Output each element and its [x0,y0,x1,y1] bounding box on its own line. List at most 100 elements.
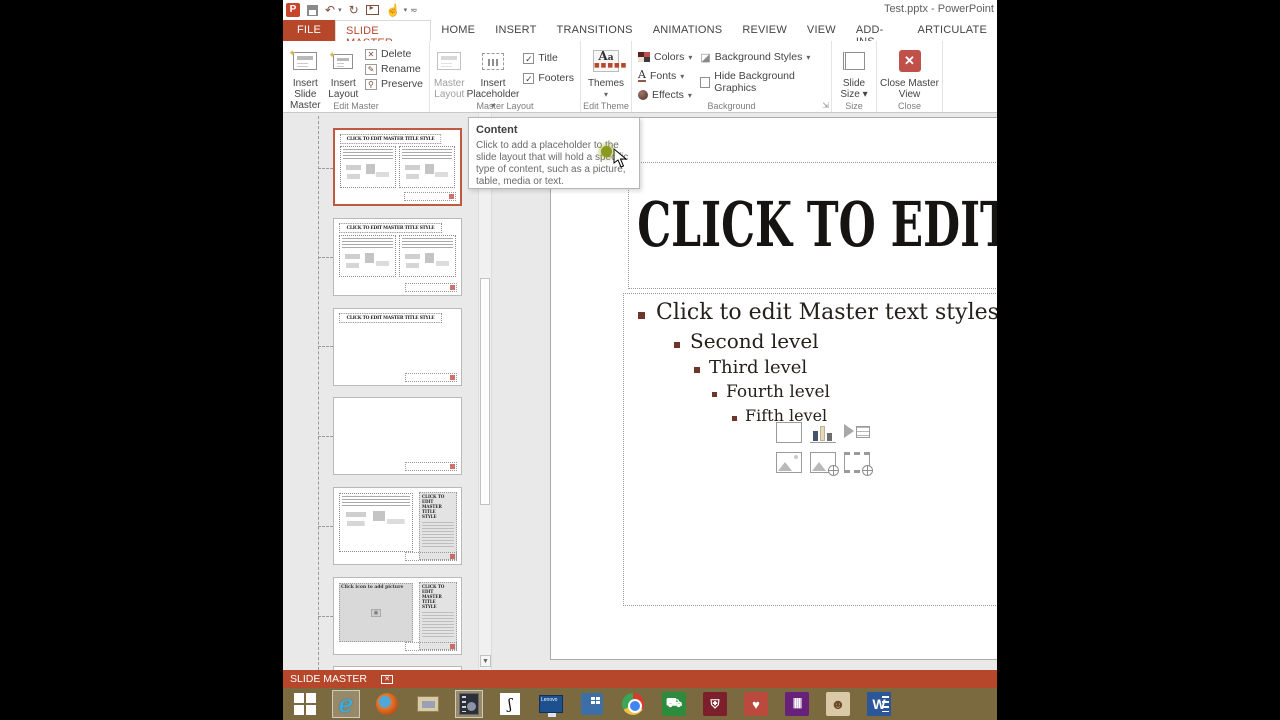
heart-icon: ♥ [744,692,768,716]
tab-insert[interactable]: INSERT [485,20,546,41]
master-layout-button[interactable]: Master Layout [432,44,467,100]
tab-articulate[interactable]: ARTICULATE [908,20,997,41]
status-bar: SLIDE MASTER ✕ [283,670,997,688]
taskbar-internet-explorer[interactable]: e [332,690,360,718]
preserve-button[interactable]: ⚲ Preserve [364,78,423,90]
fonts-icon: A [638,68,646,82]
taskbar-lenovo[interactable] [537,690,565,718]
mouse-cursor [601,146,628,173]
thumbnail-scrollbar[interactable]: ▼ [478,113,492,670]
colors-button[interactable]: Colors ▾ [638,50,692,64]
slide-canvas[interactable]: CLICK TO EDIT MASTER TITLE STYLE Click t… [550,117,997,660]
taskbar-video-recorder[interactable] [455,690,483,718]
shield-emblem-icon: ⛨ [703,692,727,716]
insert-chart-icon[interactable] [810,422,836,443]
tab-slide-master[interactable]: SLIDE MASTER [335,20,432,49]
insert-picture-icon[interactable] [776,452,802,473]
checkbox-unchecked-icon [700,76,711,88]
start-button[interactable] [291,690,319,718]
window-title: Test.pptx - PowerPoint [883,3,994,15]
insert-table-icon[interactable] [776,422,802,443]
ribbon: ✦ Insert Slide Master ✦ Insert Layout ✕ D… [283,41,997,113]
insert-smartart-icon[interactable] [844,422,870,443]
tab-file[interactable]: FILE [283,20,336,41]
group-label-close: Close [897,101,921,111]
redo-icon[interactable]: ↻ [349,3,359,17]
rename-button[interactable]: ✎ Rename [364,63,423,75]
body-placeholder[interactable]: Click to edit Master text styles Second … [623,293,997,606]
internet-explorer-icon: e [338,690,354,718]
thumbnail-title-only-layout[interactable]: CLICK TO EDIT MASTER TITLE STYLE [333,308,462,386]
taskbar-firefox[interactable] [373,690,401,718]
taskbar-printer[interactable] [414,690,442,718]
colors-icon [638,52,650,62]
thumbnail-blank-layout[interactable] [333,397,462,475]
save-icon[interactable] [307,4,318,16]
taskbar-windows-store[interactable]: ⛟ [660,690,688,718]
title-bar: P ↶▾ ↻ ☝▾ ≂ Test.pptx - PowerPoint [283,0,997,20]
workspace: CLICK TO EDIT MASTER TITLE STYLE CLICK T… [283,113,997,688]
master-title-text: CLICK TO EDIT MASTER TITLE STYLE [637,189,997,262]
delete-icon: ✕ [364,48,377,60]
group-close: ✕ Close Master View Close [877,41,943,112]
books-icon: ⫼⫼ [785,692,809,716]
thumbnail-picture-with-caption-layout[interactable]: Click icon to add picture ▣ CLICK TO EDIT… [333,577,462,655]
tab-review[interactable]: REVIEW [732,20,797,41]
start-from-beginning-icon[interactable] [365,3,379,15]
touch-mode-icon[interactable]: ☝ [386,3,401,17]
undo-dropdown-icon[interactable]: ▾ [338,6,342,14]
rename-icon: ✎ [364,63,377,75]
group-size: Slide Size ▾ Size [832,41,877,112]
thumbnail-comparison-layout[interactable]: CLICK TO EDIT MASTER TITLE STYLE [333,218,462,296]
tab-home[interactable]: HOME [431,20,485,41]
video-recorder-icon [459,693,479,715]
touch-mode-dropdown-icon[interactable]: ▾ [404,6,408,14]
taskbar-reader-app[interactable]: ⫼⫼ [783,690,811,718]
background-styles-icon: ◪ [700,51,711,64]
scrollbar-down-arrow[interactable]: ▼ [480,655,491,667]
firefox-icon [376,693,398,715]
tab-transitions[interactable]: TRANSITIONS [547,20,643,41]
ribbon-tab-row: FILE SLIDE MASTER HOME INSERT TRANSITION… [283,20,997,49]
taskbar-health-app[interactable]: ♥ [742,690,770,718]
themes-button[interactable]: Aa ■■■■■ Themes ▾ [583,44,629,100]
effects-button[interactable]: Effects ▾ [638,88,692,102]
taskbar-word[interactable]: W [865,690,893,718]
fonts-button[interactable]: A Fonts ▾ [638,69,692,83]
close-master-view-button[interactable]: ✕ Close Master View [879,44,940,100]
slide-size-button[interactable]: Slide Size ▾ [834,44,874,100]
tab-add-ins[interactable]: ADD-INS [846,20,908,48]
taskbar-control-panel[interactable] [578,690,606,718]
preserve-icon: ⚲ [364,78,377,90]
evernote-icon: ʃ [500,693,520,715]
online-pictures-icon[interactable] [810,452,839,476]
quick-access-toolbar: P ↶▾ ↻ ☝▾ ≂ [286,3,418,17]
thumbnail-two-content-layout[interactable]: CLICK TO EDIT MASTER TITLE STYLE [333,128,462,206]
tab-view[interactable]: VIEW [797,20,846,41]
background-styles-button[interactable]: ◪ Background Styles ▾ [700,50,825,64]
dialog-launcher-icon[interactable]: ⇲ [822,101,829,110]
sparkle-icon: ✦ [328,49,336,60]
title-checkbox[interactable]: ✓ Title [523,52,574,64]
insert-video-icon[interactable] [844,452,873,476]
taskbar-chrome[interactable] [619,690,647,718]
tab-animations[interactable]: ANIMATIONS [643,20,733,41]
customize-qat-icon[interactable]: ≂ [410,5,418,16]
title-placeholder[interactable]: CLICK TO EDIT MASTER TITLE STYLE [628,162,997,289]
delete-button[interactable]: ✕ Delete [364,48,423,60]
display-notes-icon[interactable]: ✕ [381,674,394,684]
powerpoint-logo-icon[interactable]: P [286,3,300,17]
layout-tree-line [318,116,319,670]
footers-checkbox[interactable]: ✓ Footers [523,72,574,84]
bullet-icon [638,312,645,319]
lenovo-monitor-icon [539,695,563,717]
hide-background-graphics-checkbox[interactable]: Hide Background Graphics [700,70,825,94]
thumbnail-content-with-caption-layout[interactable]: CLICK TO EDIT MASTER TITLE STYLE [333,487,462,565]
taskbar-evernote[interactable]: ʃ [496,690,524,718]
bullet-icon [694,367,700,373]
taskbar-university-app[interactable]: ⛨ [701,690,729,718]
taskbar-assistant-app[interactable]: ☻ [824,690,852,718]
scrollbar-thumb[interactable] [480,278,490,505]
undo-icon[interactable]: ↶ [325,3,335,17]
insert-layout-button[interactable]: ✦ Insert Layout [326,44,361,101]
